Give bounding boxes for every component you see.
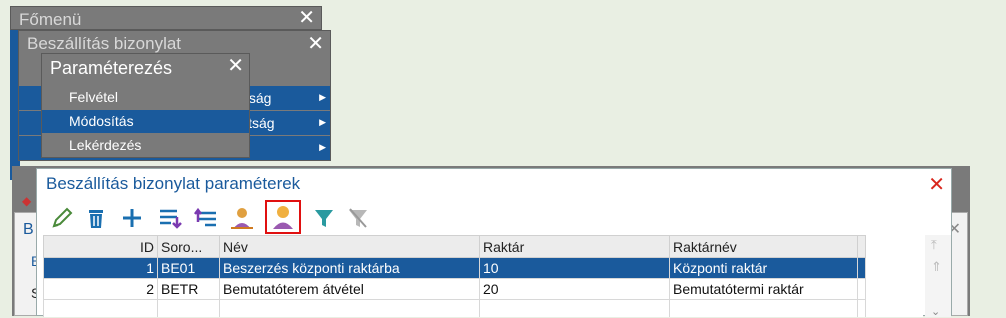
param-menu-item-lekerdezes[interactable]: Lekérdezés — [42, 134, 249, 157]
main-menu-title: Főmenü — [19, 10, 82, 29]
data-grid: ID Soro... Név Raktár Raktárnév 1 BE01 B… — [43, 235, 923, 317]
col-header-filler — [857, 235, 866, 258]
cell-id: 2 — [43, 278, 158, 300]
main-menu-close-icon[interactable]: ✕ — [298, 7, 315, 29]
table-row — [43, 299, 866, 317]
param-menu-item-felvetel[interactable]: Felvétel — [42, 86, 249, 109]
dialog-close-icon[interactable]: ✕ — [928, 172, 945, 197]
cell-warehouse-name: Bemutatótermi raktár — [669, 278, 858, 300]
dialog-title: Beszállítás bizonylat paraméterek — [46, 174, 301, 193]
grid-nav: ⤒ ⇑ ⌄ — [925, 235, 951, 318]
table-row[interactable]: 2 BETR Bemutatóterem átvétel 20 Bemutató… — [43, 278, 866, 300]
col-header-id[interactable]: ID — [43, 235, 158, 258]
chevron-right-icon: ▶ — [319, 92, 326, 102]
col-header-code[interactable]: Soro... — [157, 235, 220, 258]
param-menu-close-icon[interactable]: ✕ — [227, 55, 244, 77]
table-row[interactable]: 1 BE01 Beszerzés központi raktárba 10 Kö… — [43, 257, 866, 279]
delete-icon[interactable] — [81, 203, 111, 233]
scroll-page-up-icon[interactable]: ⇑ — [931, 259, 942, 275]
cell-filler — [857, 257, 866, 279]
delivery-menu-close-icon[interactable]: ✕ — [307, 33, 324, 55]
cell-name: Bemutatóterem átvétel — [219, 278, 480, 300]
filter-icon[interactable] — [309, 203, 339, 233]
grid-table: ID Soro... Név Raktár Raktárnév 1 BE01 B… — [43, 235, 866, 317]
move-up-icon[interactable] — [191, 203, 221, 233]
add-icon[interactable] — [117, 203, 147, 233]
delivery-menu-title: Beszállítás bizonylat — [27, 34, 182, 53]
params-dialog: Beszállítás bizonylat paraméterek ✕ ID S — [36, 168, 952, 318]
col-header-name[interactable]: Név — [219, 235, 480, 258]
cell-warehouse: 20 — [479, 278, 670, 300]
col-header-warehouse-name[interactable]: Raktárnév — [669, 235, 858, 258]
cell-code: BE01 — [157, 257, 220, 279]
clear-filter-icon[interactable] — [343, 203, 373, 233]
param-menu-item-modositas[interactable]: Módosítás — [42, 110, 249, 133]
user-icon[interactable] — [265, 200, 301, 234]
scroll-down-icon[interactable]: ⌄ — [931, 305, 940, 318]
chevron-right-icon: ▶ — [319, 117, 326, 127]
user-group-icon[interactable] — [227, 203, 257, 233]
edit-icon[interactable] — [47, 203, 77, 233]
scroll-first-icon[interactable]: ⤒ — [931, 237, 937, 253]
chevron-right-icon: ▶ — [319, 142, 326, 152]
param-menu-title: Paraméterezés — [50, 58, 173, 78]
main-menu-window: Főmenü ✕ — [10, 6, 322, 30]
cell-name: Beszerzés központi raktárba — [219, 257, 480, 279]
grid-header-row: ID Soro... Név Raktár Raktárnév — [43, 235, 866, 258]
back-window-tab: B — [23, 221, 34, 238]
col-header-warehouse[interactable]: Raktár — [479, 235, 670, 258]
back-window-icon: ◆ — [22, 194, 32, 208]
cell-warehouse: 10 — [479, 257, 670, 279]
param-menu-window: Paraméterezés ✕ Felvétel Módosítás Lekér… — [41, 53, 250, 158]
cell-code: BETR — [157, 278, 220, 300]
cell-id: 1 — [43, 257, 158, 279]
move-down-icon[interactable] — [155, 203, 185, 233]
cell-filler — [857, 278, 866, 300]
cell-warehouse-name: Központi raktár — [669, 257, 858, 279]
